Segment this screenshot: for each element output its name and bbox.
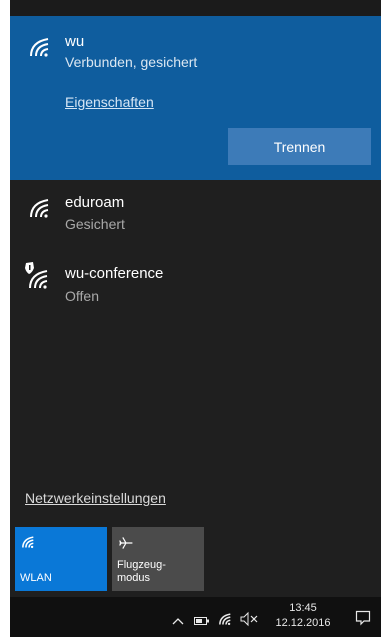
clock-date: 12.12.2016: [275, 617, 331, 629]
network-name: wu-conference: [65, 265, 164, 282]
volume-muted-icon[interactable]: [240, 609, 258, 629]
network-status: Gesichert: [65, 216, 125, 232]
network-row-eduroam[interactable]: eduroam Gesichert: [10, 183, 381, 249]
quick-action-label: Flugzeug- modus: [117, 559, 166, 585]
connected-network-status: Verbunden, gesichert: [65, 54, 198, 70]
quick-action-label: WLAN: [20, 572, 52, 584]
wifi-icon: [30, 199, 49, 218]
notification-center-icon[interactable]: [355, 608, 371, 628]
battery-icon[interactable]: [194, 611, 210, 631]
network-status: Offen: [65, 288, 99, 304]
quick-action-airplane-mode[interactable]: Flugzeug- modus: [112, 527, 204, 591]
wifi-open-shield-icon: [25, 262, 48, 289]
taskbar: 13:45 12.12.2016: [10, 597, 381, 637]
wifi-icon[interactable]: [218, 609, 234, 629]
wifi-icon: [30, 38, 49, 57]
quick-action-label-line1: Flugzeug-: [117, 559, 166, 571]
properties-link[interactable]: Eigenschaften: [65, 94, 154, 110]
quick-action-label-line2: modus: [117, 572, 151, 584]
network-flyout: wu Verbunden, gesichert Eigenschaften Tr…: [10, 0, 381, 597]
network-name: eduroam: [65, 194, 125, 211]
connected-network-name: wu: [65, 33, 85, 50]
airplane-icon: [119, 537, 133, 549]
chevron-up-icon[interactable]: [172, 611, 184, 631]
quick-action-wlan[interactable]: WLAN: [15, 527, 107, 591]
network-settings-link[interactable]: Netzwerkeinstellungen: [25, 490, 166, 506]
network-row-wu-conference[interactable]: wu-conference Offen: [10, 255, 381, 321]
connected-network-panel[interactable]: wu Verbunden, gesichert Eigenschaften Tr…: [10, 16, 381, 180]
disconnect-button[interactable]: Trennen: [228, 128, 371, 165]
clock-time: 13:45: [289, 602, 317, 614]
wifi-icon: [22, 536, 34, 549]
taskbar-clock[interactable]: 13:45 12.12.2016: [272, 601, 334, 631]
flyout-top-strip: [10, 0, 381, 16]
